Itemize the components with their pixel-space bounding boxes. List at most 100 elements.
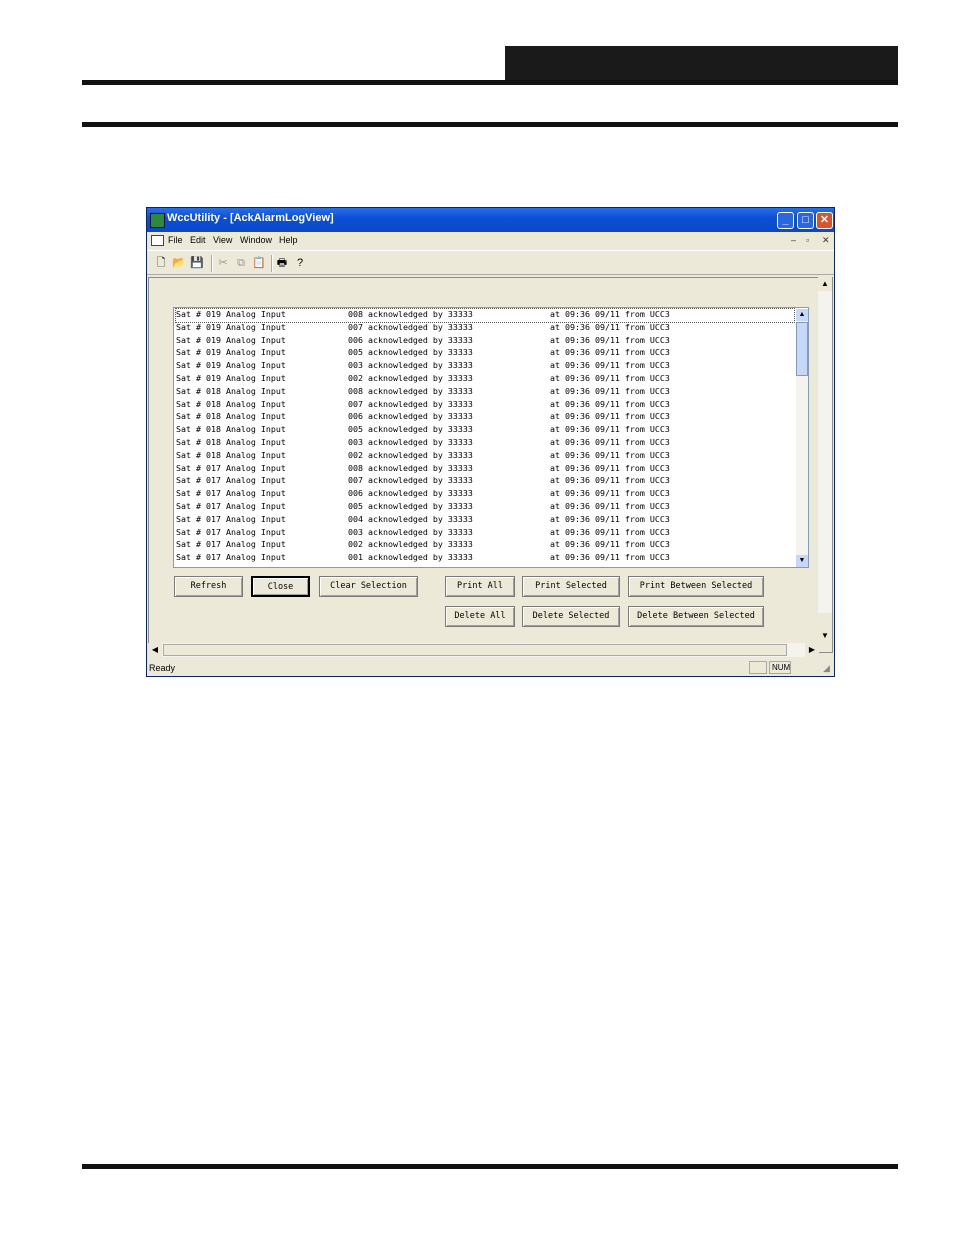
menu-window[interactable]: Window [240,235,272,245]
row-ack: 003 acknowledged by 33333 [348,526,473,537]
list-item[interactable]: Sat # 017 Analog Input 008 acknowledged b… [176,463,794,476]
scroll-left-button[interactable]: ◀ [148,643,162,657]
app-icon[interactable] [150,213,165,228]
list-item[interactable]: Sat # 018 Analog Input 006 acknowledged b… [176,411,794,424]
row-ack: 005 acknowledged by 33333 [348,424,473,435]
paste-icon[interactable]: 📋 [251,255,267,271]
row-time: at 09:36 09/11 from UCC3 [550,475,670,486]
menu-view[interactable]: View [213,235,232,245]
row-time: at 09:36 09/11 from UCC3 [550,372,670,383]
list-scroll-thumb[interactable] [796,322,808,376]
row-ack: 007 acknowledged by 33333 [348,475,473,486]
header-block [505,46,898,81]
delete-all-button[interactable]: Delete All [445,606,515,627]
list-item[interactable]: Sat # 017 Analog Input 002 acknowledged b… [176,539,794,552]
list-item[interactable]: Sat # 019 Analog Input 006 acknowledged b… [176,335,794,348]
window-title: WccUtility - [AckAlarmLogView] [167,212,334,224]
close-button[interactable]: Close [251,576,310,597]
row-time: at 09:36 09/11 from UCC3 [550,424,670,435]
open-icon[interactable]: 📂 [171,255,187,271]
ack-alarm-log-list[interactable]: Sat # 019 Analog Input 008 acknowledged b… [173,307,809,568]
list-item[interactable]: Sat # 017 Analog Input 005 acknowledged b… [176,501,794,514]
minimize-button[interactable]: _ [777,212,794,229]
toolbar-separator [211,255,213,272]
copy-icon[interactable]: ⧉ [233,255,249,271]
clear-selection-button[interactable]: Clear Selection [319,576,418,597]
menu-file[interactable]: File [168,235,183,245]
header-rule-bottom [82,122,898,127]
list-item[interactable]: Sat # 017 Analog Input 003 acknowledged b… [176,527,794,540]
status-text: Ready [149,663,176,673]
close-window-button[interactable]: ✕ [816,212,833,229]
row-source: Sat # 017 Analog Input [176,500,286,511]
row-ack: 004 acknowledged by 33333 [348,513,473,524]
menu-bar: File Edit View Window Help [147,233,834,249]
list-scroll-down-button[interactable]: ▼ [796,555,808,567]
list-item[interactable]: Sat # 017 Analog Input 007 acknowledged b… [176,475,794,488]
row-time: at 09:36 09/11 from UCC3 [550,309,670,319]
list-item[interactable]: Sat # 017 Analog Input 004 acknowledged b… [176,514,794,527]
list-item[interactable]: Sat # 019 Analog Input 005 acknowledged b… [176,347,794,360]
row-source: Sat # 018 Analog Input [176,398,286,409]
row-ack: 006 acknowledged by 33333 [348,411,473,422]
list-item[interactable]: Sat # 018 Analog Input 008 acknowledged b… [176,386,794,399]
row-source: Sat # 019 Analog Input [176,334,286,345]
help-icon[interactable]: ? [292,255,308,271]
row-source: Sat # 017 Analog Input [176,488,286,499]
list-item[interactable]: Sat # 019 Analog Input 007 acknowledged b… [176,322,794,335]
row-time: at 09:36 09/11 from UCC3 [550,334,670,345]
row-source: Sat # 019 Analog Input [176,309,286,319]
cut-icon[interactable]: ✂ [215,255,231,271]
list-item[interactable]: Sat # 018 Analog Input 003 acknowledged b… [176,437,794,450]
list-item[interactable]: Sat # 017 Analog Input 001 acknowledged b… [176,552,794,565]
scroll-down-button[interactable]: ▼ [818,629,832,643]
row-source: Sat # 019 Analog Input [176,347,286,358]
row-source: Sat # 018 Analog Input [176,424,286,435]
delete-between-selected-button[interactable]: Delete Between Selected [628,606,764,627]
maximize-button[interactable]: □ [797,212,814,229]
scroll-up-button[interactable]: ▲ [818,277,832,291]
row-time: at 09:36 09/11 from UCC3 [550,488,670,499]
row-source: Sat # 018 Analog Input [176,449,286,460]
list-item[interactable]: Sat # 018 Analog Input 002 acknowledged b… [176,450,794,463]
menu-help[interactable]: Help [279,235,298,245]
title-bar[interactable]: WccUtility - [AckAlarmLogView] _ □ ✕ [147,208,834,232]
row-time: at 09:36 09/11 from UCC3 [550,462,670,473]
header-rule-top [82,80,898,85]
print-selected-button[interactable]: Print Selected [522,576,620,597]
horizontal-scroll-thumb[interactable] [163,644,787,656]
mdi-restore-button[interactable]: ▫ [806,235,809,245]
row-ack: 002 acknowledged by 33333 [348,539,473,550]
row-ack: 003 acknowledged by 33333 [348,360,473,371]
row-ack: 008 acknowledged by 33333 [348,385,473,396]
mdi-close-button[interactable]: ✕ [822,235,830,246]
list-item[interactable]: Sat # 019 Analog Input 008 acknowledged b… [175,308,795,323]
row-source: Sat # 019 Analog Input [176,360,286,371]
list-item[interactable]: Sat # 018 Analog Input 007 acknowledged b… [176,399,794,412]
print-icon[interactable]: 🖶 [274,255,290,271]
print-all-button[interactable]: Print All [445,576,515,597]
row-time: at 09:36 09/11 from UCC3 [550,360,670,371]
row-source: Sat # 018 Analog Input [176,436,286,447]
row-ack: 006 acknowledged by 33333 [348,488,473,499]
list-item[interactable]: Sat # 019 Analog Input 003 acknowledged b… [176,360,794,373]
refresh-button[interactable]: Refresh [174,576,243,597]
list-item[interactable]: Sat # 018 Analog Input 005 acknowledged b… [176,424,794,437]
row-source: Sat # 017 Analog Input [176,526,286,537]
list-item[interactable]: Sat # 019 Analog Input 002 acknowledged b… [176,373,794,386]
row-ack: 002 acknowledged by 33333 [348,372,473,383]
row-time: at 09:36 09/11 from UCC3 [550,513,670,524]
menu-edit[interactable]: Edit [190,235,206,245]
new-icon[interactable]: 🗋 [153,255,169,271]
list-scroll-up-button[interactable]: ▲ [796,309,808,321]
list-item[interactable]: Sat # 017 Analog Input 006 acknowledged b… [176,488,794,501]
vertical-scroll-track[interactable] [818,291,832,613]
print-between-selected-button[interactable]: Print Between Selected [628,576,764,597]
mdi-minimize-button[interactable]: – [791,235,796,245]
delete-selected-button[interactable]: Delete Selected [522,606,620,627]
scroll-right-button[interactable]: ▶ [805,643,819,657]
resize-grip-icon[interactable]: ◢ [823,663,830,674]
row-source: Sat # 018 Analog Input [176,411,286,422]
save-icon[interactable]: 💾 [189,255,205,271]
row-source: Sat # 019 Analog Input [176,372,286,383]
